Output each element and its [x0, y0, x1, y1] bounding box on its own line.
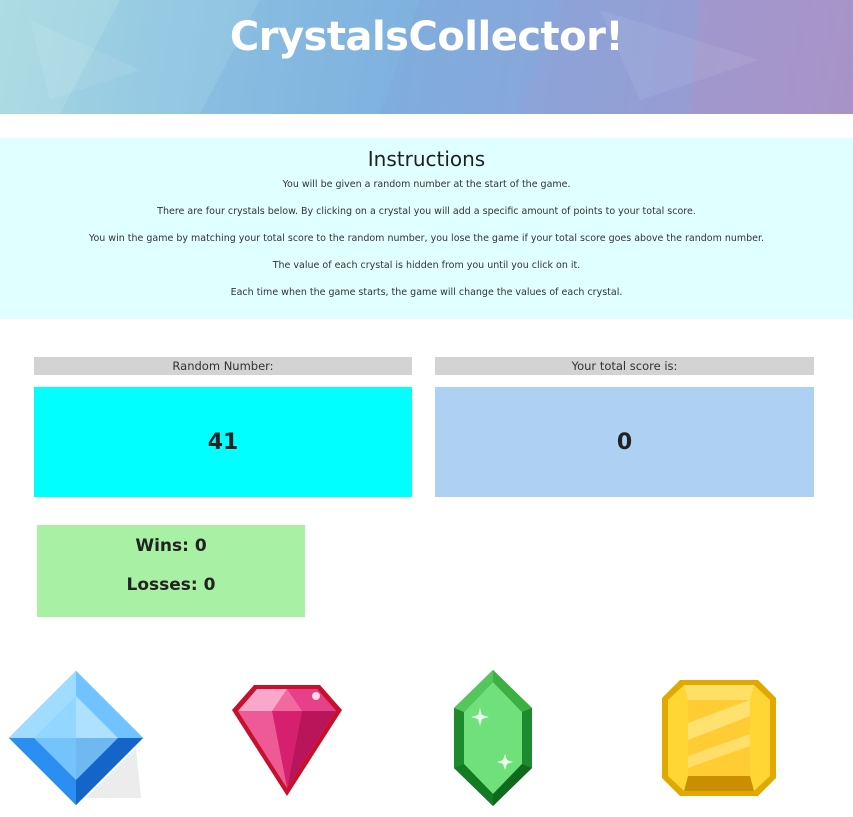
instruction-line: Each time when the game starts, the game… — [230, 287, 623, 298]
green-crystal[interactable] — [452, 668, 534, 808]
instructions-heading: Instructions — [367, 147, 486, 171]
blue-crystal[interactable] — [6, 668, 146, 808]
instruction-line: The value of each crystal is hidden from… — [272, 260, 581, 271]
header-banner: CrystalsCollector! — [0, 0, 853, 114]
total-score-box: 0 — [435, 387, 814, 497]
instruction-line: There are four crystals below. By clicki… — [157, 206, 696, 217]
total-score-label: Your total score is: — [435, 357, 814, 375]
win-loss-panel: Wins: 0 Losses: 0 — [37, 525, 305, 617]
instruction-line: You will be given a random number at the… — [282, 179, 571, 190]
page-title: CrystalsCollector! — [229, 14, 624, 60]
pink-crystal[interactable] — [228, 668, 346, 808]
wins-counter: Wins: 0 — [135, 536, 207, 556]
total-score-value: 0 — [616, 429, 633, 455]
random-number-label: Random Number: — [34, 357, 412, 375]
random-number-box: 41 — [34, 387, 412, 497]
instructions-panel: Instructions You will be given a random … — [0, 138, 853, 319]
losses-counter: Losses: 0 — [126, 575, 216, 595]
yellow-crystal[interactable] — [658, 668, 780, 808]
random-number-value: 41 — [207, 429, 239, 455]
instruction-line: You win the game by matching your total … — [88, 233, 765, 244]
